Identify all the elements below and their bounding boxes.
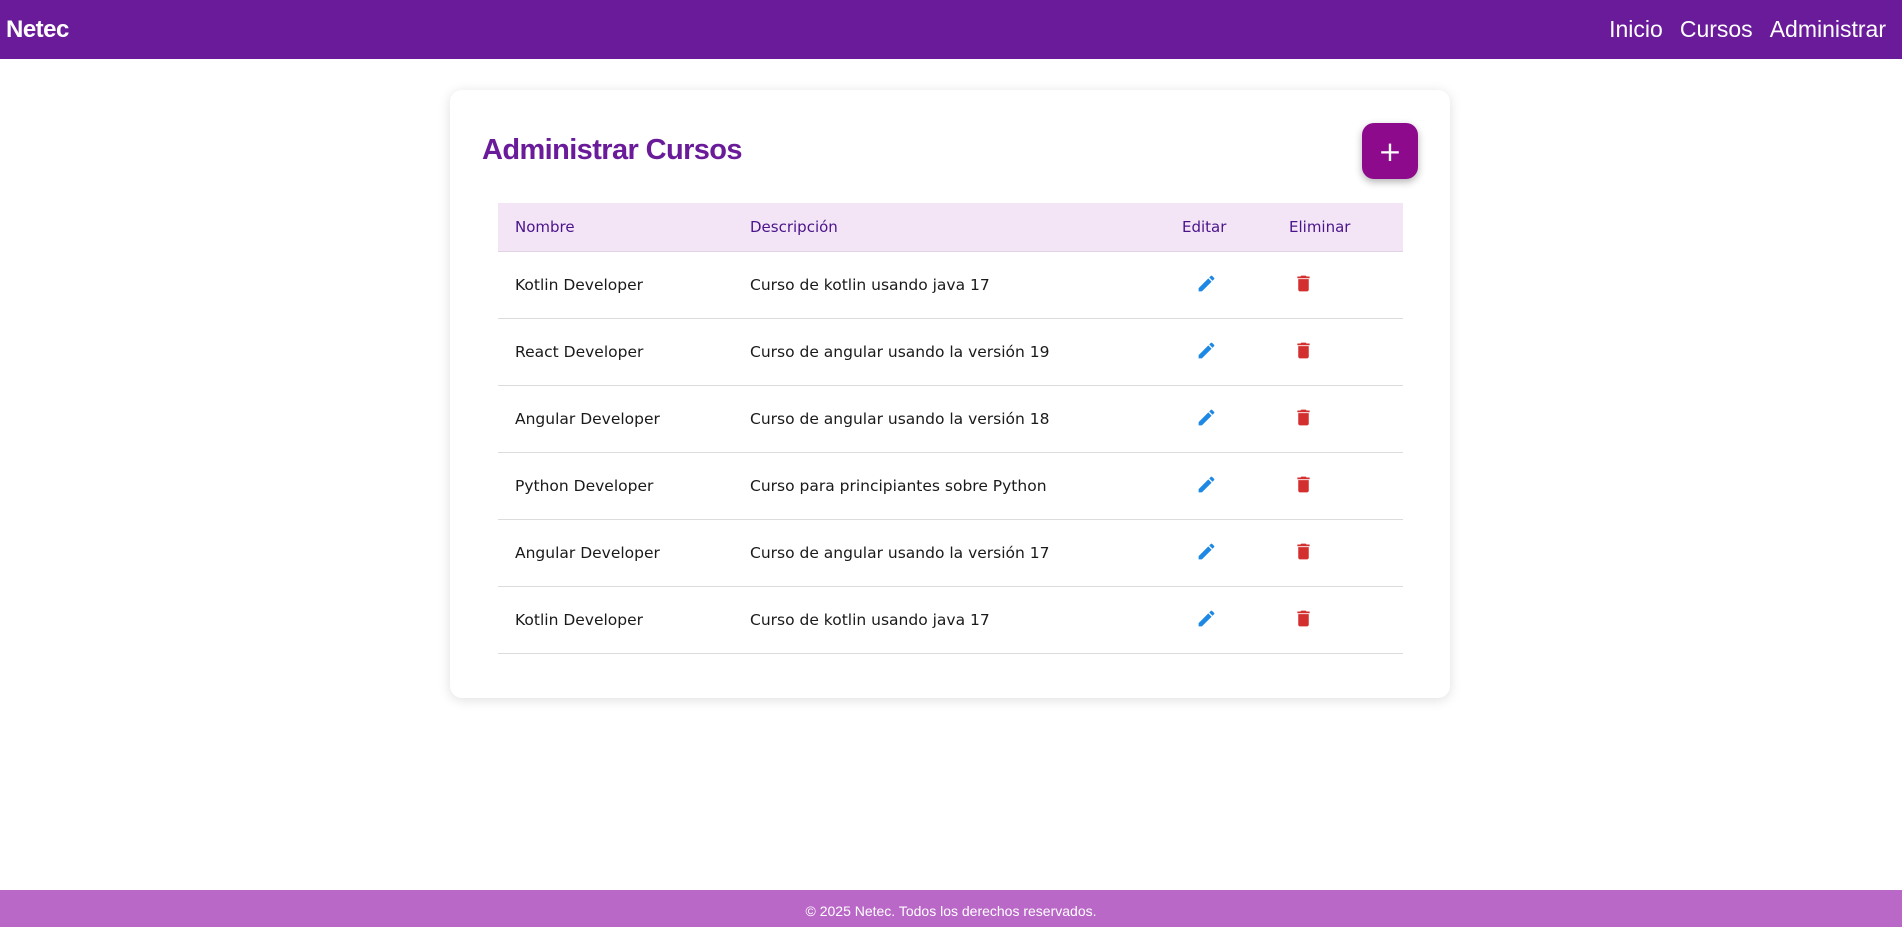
top-navbar: Netec Inicio Cursos Administrar bbox=[0, 0, 1902, 59]
delete-cell bbox=[1272, 519, 1403, 587]
edit-cell bbox=[1165, 586, 1272, 654]
delete-cell bbox=[1272, 318, 1403, 386]
table-row: Python Developer Curso para principiantes… bbox=[498, 452, 1403, 520]
delete-cell bbox=[1272, 251, 1403, 319]
course-description: Curso de angular usando la versión 17 bbox=[733, 519, 1165, 587]
table-row: Angular Developer Curso de angular usando… bbox=[498, 385, 1403, 453]
edit-cell bbox=[1165, 318, 1272, 386]
delete-cell bbox=[1272, 586, 1403, 654]
add-course-button[interactable]: + bbox=[1362, 123, 1418, 179]
pencil-icon[interactable] bbox=[1193, 405, 1219, 431]
trash-icon[interactable] bbox=[1290, 472, 1316, 498]
trash-icon[interactable] bbox=[1290, 271, 1316, 297]
courses-table: Nombre Descripción Editar Eliminar Kotli… bbox=[498, 203, 1403, 654]
nav-link-cursos[interactable]: Cursos bbox=[1680, 16, 1753, 43]
nav-link-administrar[interactable]: Administrar bbox=[1770, 16, 1886, 43]
course-description: Curso de kotlin usando java 17 bbox=[733, 251, 1165, 319]
course-name: Kotlin Developer bbox=[498, 251, 733, 319]
course-name: Kotlin Developer bbox=[498, 586, 733, 654]
table-row: Kotlin Developer Curso de kotlin usando j… bbox=[498, 251, 1403, 319]
edit-cell bbox=[1165, 519, 1272, 587]
main-nav: Inicio Cursos Administrar bbox=[1609, 16, 1886, 43]
courses-table-body: Kotlin Developer Curso de kotlin usando j… bbox=[498, 251, 1403, 654]
course-description: Curso para principiantes sobre Python bbox=[733, 452, 1165, 520]
page-title: Administrar Cursos bbox=[482, 134, 743, 166]
table-row: React Developer Curso de angular usando l… bbox=[498, 318, 1403, 386]
course-name: Python Developer bbox=[498, 452, 733, 520]
pencil-icon[interactable] bbox=[1193, 271, 1219, 297]
nav-link-inicio[interactable]: Inicio bbox=[1609, 16, 1663, 43]
course-description: Curso de angular usando la versión 18 bbox=[733, 385, 1165, 453]
column-header-editar: Editar bbox=[1165, 203, 1272, 252]
pencil-icon[interactable] bbox=[1193, 338, 1219, 364]
column-header-eliminar: Eliminar bbox=[1272, 203, 1403, 252]
courses-card: Administrar Cursos + Nombre Descripción … bbox=[450, 90, 1450, 698]
pencil-icon[interactable] bbox=[1193, 472, 1219, 498]
trash-icon[interactable] bbox=[1290, 606, 1316, 632]
delete-cell bbox=[1272, 452, 1403, 520]
delete-cell bbox=[1272, 385, 1403, 453]
edit-cell bbox=[1165, 452, 1272, 520]
course-name: Angular Developer bbox=[498, 385, 733, 453]
trash-icon[interactable] bbox=[1290, 405, 1316, 431]
course-description: Curso de angular usando la versión 19 bbox=[733, 318, 1165, 386]
table-header-row: Nombre Descripción Editar Eliminar bbox=[498, 203, 1403, 252]
footer-copyright: © 2025 Netec. Todos los derechos reserva… bbox=[805, 902, 1097, 919]
course-description: Curso de kotlin usando java 17 bbox=[733, 586, 1165, 654]
column-header-descripcion: Descripción bbox=[733, 203, 1165, 252]
trash-icon[interactable] bbox=[1290, 539, 1316, 565]
course-name: Angular Developer bbox=[498, 519, 733, 587]
course-name: React Developer bbox=[498, 318, 733, 386]
table-row: Angular Developer Curso de angular usando… bbox=[498, 519, 1403, 587]
trash-icon[interactable] bbox=[1290, 338, 1316, 364]
table-row: Kotlin Developer Curso de kotlin usando j… bbox=[498, 586, 1403, 654]
pencil-icon[interactable] bbox=[1193, 606, 1219, 632]
edit-cell bbox=[1165, 385, 1272, 453]
footer: © 2025 Netec. Todos los derechos reserva… bbox=[0, 890, 1902, 927]
brand-logo[interactable]: Netec bbox=[6, 16, 69, 44]
column-header-nombre: Nombre bbox=[498, 203, 733, 252]
pencil-icon[interactable] bbox=[1193, 539, 1219, 565]
edit-cell bbox=[1165, 251, 1272, 319]
